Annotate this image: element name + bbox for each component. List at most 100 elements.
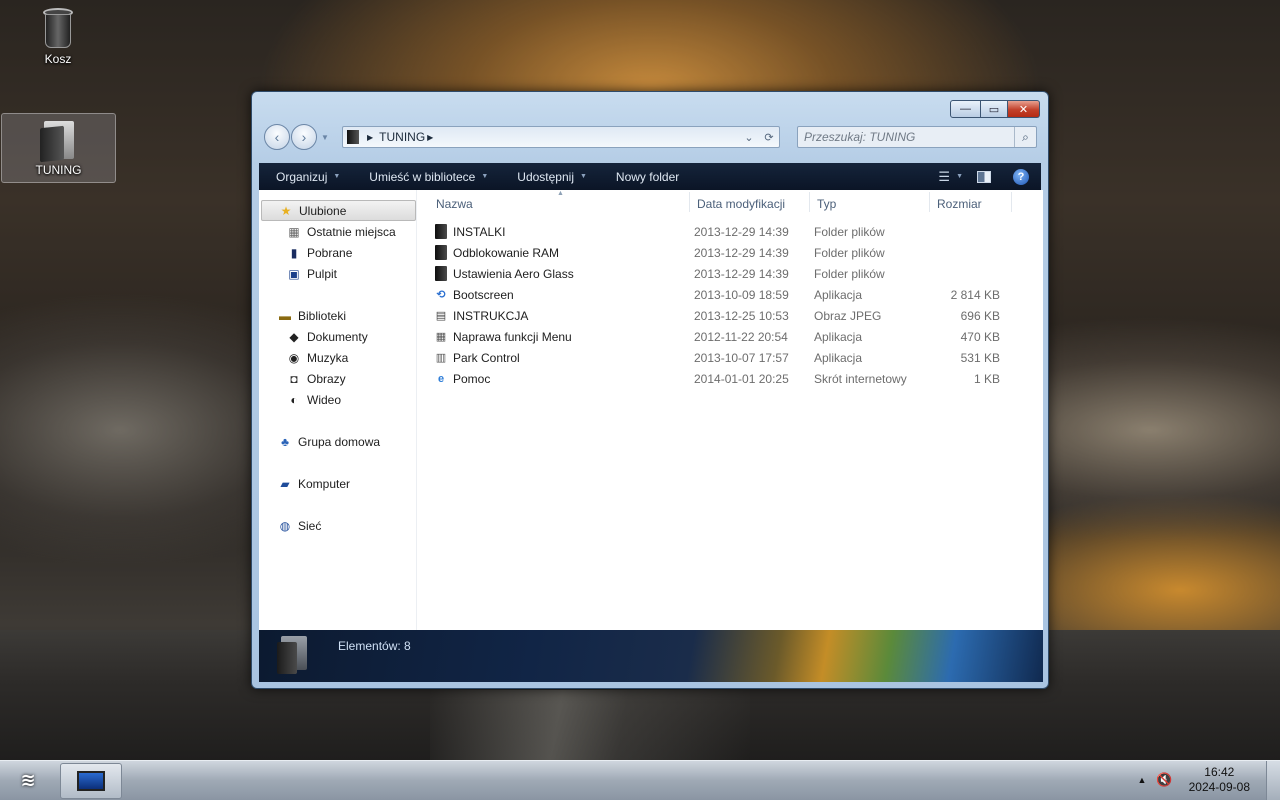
file-date: 2013-12-29 14:39 (694, 245, 789, 260)
nav-item-label: Obrazy (307, 371, 346, 386)
search-input[interactable] (798, 127, 1014, 147)
new-folder-label: Nowy folder (615, 169, 680, 184)
file-date: 2013-10-07 17:57 (694, 350, 789, 365)
nav-item-label: Biblioteki (298, 308, 347, 323)
nav-item-label: Grupa domowa (298, 434, 381, 449)
address-bar[interactable]: ▶ TUNING ▶ ⌄ ⟳ (342, 126, 780, 148)
window-controls: — ▭ ✕ (950, 100, 1040, 118)
chevron-down-icon[interactable]: ▼ (956, 173, 963, 180)
nav-item-label: Dokumenty (307, 329, 368, 344)
minimize-button[interactable]: — (950, 100, 981, 118)
breadcrumb-chevron-icon[interactable]: ▶ (367, 133, 373, 142)
back-button[interactable]: ‹ (264, 124, 290, 150)
show-hidden-icons-icon[interactable]: ▲ (1138, 775, 1147, 785)
column-divider[interactable] (929, 192, 930, 212)
clock-date: 2024-09-08 (1188, 780, 1250, 794)
start-button[interactable]: ≋ (8, 770, 48, 796)
file-date: 2013-12-25 10:53 (694, 308, 789, 323)
nav-item-network[interactable]: ◍ Sieć (259, 515, 417, 536)
recent-places-icon: ▦ (288, 224, 300, 239)
window-content: ★ Ulubione ▦ Ostatnie miejsca ▮ Pobrane … (259, 190, 1043, 630)
chevron-down-icon: ▼ (333, 173, 341, 180)
nav-item-computer[interactable]: ▰ Komputer (259, 473, 417, 494)
nav-item-desktop[interactable]: ▣ Pulpit (259, 263, 417, 284)
file-row[interactable]: Odblokowanie RAM 2013-12-29 14:39 Folder… (433, 242, 1013, 263)
clock-time: 16:42 (1204, 765, 1235, 779)
file-row[interactable]: e Pomoc 2014-01-01 20:25 Skrót interneto… (433, 368, 1013, 389)
file-date: 2013-12-29 14:39 (694, 224, 789, 239)
column-header-type[interactable]: Typ (817, 197, 836, 211)
file-list: ▲ Nazwa Data modyfikacji Typ Rozmiar INS… (419, 190, 1043, 630)
column-header-size[interactable]: Rozmiar (937, 197, 982, 211)
help-icon[interactable]: ? (1013, 168, 1029, 185)
file-row[interactable]: ▥ Park Control 2013-10-07 17:57 Aplikacj… (433, 347, 1013, 368)
desktop-icon-label: Kosz (44, 52, 72, 66)
libraries-icon: ▬ (279, 308, 291, 323)
address-dropdown-icon[interactable]: ⌄ (739, 131, 759, 144)
column-divider[interactable] (689, 192, 690, 212)
forward-button[interactable]: › (291, 124, 317, 150)
navigation-pane: ★ Ulubione ▦ Ostatnie miejsca ▮ Pobrane … (259, 190, 417, 630)
column-divider[interactable] (1011, 192, 1012, 212)
file-size: 531 KB (960, 350, 1000, 365)
refresh-icon[interactable]: ⟳ (759, 131, 779, 144)
app-window-icon: ▦ (435, 331, 447, 343)
file-name: INSTALKI (453, 224, 506, 239)
change-view-icon[interactable]: ☰ (938, 169, 950, 185)
file-date: 2012-11-22 20:54 (694, 329, 788, 344)
downloads-icon: ▮ (290, 245, 298, 260)
close-button[interactable]: ✕ (1008, 100, 1040, 118)
file-row[interactable]: Ustawienia Aero Glass 2013-12-29 14:39 F… (433, 263, 1013, 284)
file-name: Naprawa funkcji Menu (453, 329, 572, 344)
share-menu[interactable]: Udostępnij ▼ (500, 170, 599, 184)
desktop-icon-recycle-bin[interactable]: Kosz (18, 6, 98, 66)
file-type: Aplikacja (814, 329, 863, 344)
file-name: Park Control (453, 350, 520, 365)
file-name: Bootscreen (453, 287, 514, 302)
system-tray: ▲ 🔇 16:42 2024-09-08 (1138, 765, 1251, 795)
nav-item-music[interactable]: ◉ Muzyka (259, 347, 417, 368)
include-in-library-menu[interactable]: Umieść w bibliotece ▼ (352, 170, 500, 184)
preview-pane-icon[interactable] (977, 170, 991, 183)
search-box[interactable]: ⌕ (797, 126, 1037, 148)
column-header-name[interactable]: Nazwa (436, 197, 473, 211)
breadcrumb-tuning[interactable]: TUNING (379, 130, 425, 144)
nav-item-favorites[interactable]: ★ Ulubione (261, 200, 416, 221)
search-icon[interactable]: ⌕ (1014, 127, 1036, 147)
windows-logo-icon: ≋ (20, 770, 36, 790)
file-size: 696 KB (960, 308, 1000, 323)
arrow-right-icon: › (301, 129, 307, 145)
star-icon: ★ (280, 203, 292, 218)
file-row[interactable]: INSTALKI 2013-12-29 14:39 Folder plików (433, 221, 1013, 242)
clock[interactable]: 16:42 2024-09-08 (1189, 765, 1250, 795)
organize-menu[interactable]: Organizuj ▼ (259, 170, 352, 184)
nav-item-homegroup[interactable]: ♣ Grupa domowa (259, 431, 417, 452)
file-name: Pomoc (453, 371, 491, 386)
nav-item-libraries[interactable]: ▬ Biblioteki (259, 305, 417, 326)
file-type: Folder plików (814, 224, 885, 239)
nav-item-label: Wideo (307, 392, 342, 407)
new-folder-button[interactable]: Nowy folder (599, 170, 691, 184)
nav-item-video[interactable]: ◐ Wideo (259, 389, 417, 410)
file-row[interactable]: ▤ INSTRUKCJA 2013-12-25 10:53 Obraz JPEG… (433, 305, 1013, 326)
nav-item-downloads[interactable]: ▮ Pobrane (259, 242, 417, 263)
nav-item-documents[interactable]: ◆ Dokumenty (259, 326, 417, 347)
include-library-label: Umieść w bibliotece (369, 169, 476, 184)
file-row[interactable]: ▦ Naprawa funkcji Menu 2012-11-22 20:54 … (433, 326, 1013, 347)
recent-pages-dropdown[interactable]: ▼ (321, 133, 329, 142)
nav-item-recent-places[interactable]: ▦ Ostatnie miejsca (259, 221, 417, 242)
column-header-date[interactable]: Data modyfikacji (697, 197, 785, 211)
file-row[interactable]: ⟲ Bootscreen 2013-10-09 18:59 Aplikacja … (433, 284, 1013, 305)
breadcrumb-chevron-icon[interactable]: ▶ (427, 133, 433, 142)
nav-item-pictures[interactable]: ◘ Obrazy (259, 368, 417, 389)
share-label: Udostępnij (517, 169, 574, 184)
chevron-down-icon: ▼ (481, 173, 489, 180)
volume-muted-icon[interactable]: 🔇 (1156, 772, 1172, 788)
desktop-icon-tuning[interactable]: TUNING (1, 113, 116, 183)
column-divider[interactable] (809, 192, 810, 212)
maximize-button[interactable]: ▭ (981, 100, 1008, 118)
file-type: Aplikacja (814, 350, 863, 365)
sort-ascending-icon: ▲ (557, 190, 564, 197)
show-desktop-button[interactable] (1266, 761, 1280, 800)
taskbar-button-explorer[interactable] (60, 763, 122, 799)
